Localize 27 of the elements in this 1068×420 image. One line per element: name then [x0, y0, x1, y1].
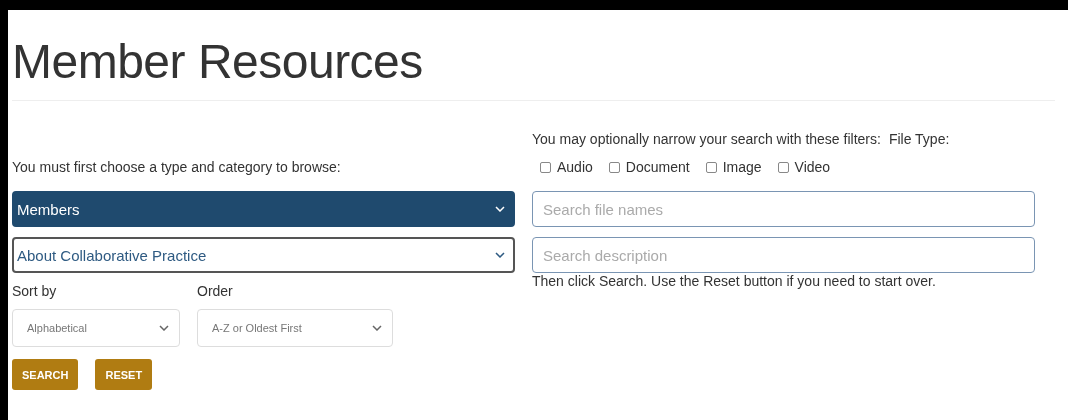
caret-icon — [495, 252, 505, 258]
caret-icon — [372, 325, 382, 331]
checkbox-label: Image — [722, 159, 762, 175]
dropdown[interactable]: Alphabetical — [12, 309, 180, 347]
checkbox[interactable] — [540, 161, 551, 173]
caret-icon — [495, 206, 505, 212]
action-button[interactable]: RESET — [95, 359, 153, 390]
checkbox[interactable] — [777, 161, 789, 173]
action-button[interactable]: SEARCH — [12, 359, 79, 390]
instruction-text: Then click Search. Use the Reset button if you need to start over. — [532, 273, 937, 291]
dropdown[interactable]: Members — [12, 191, 515, 227]
checkbox-label: Document — [625, 159, 690, 175]
field-label: Order — [197, 283, 234, 299]
dropdown[interactable]: About Collaborative Practice — [12, 237, 515, 273]
field-label: File Type: — [888, 131, 950, 147]
field-label: Sort by — [12, 283, 58, 299]
checkbox[interactable] — [705, 161, 717, 173]
checkbox-label: Audio — [557, 159, 593, 175]
instruction-text: You may optionally narrow your search with these filters: — [532, 131, 881, 147]
checkbox[interactable] — [608, 161, 620, 173]
caret-icon — [159, 325, 169, 331]
instruction-text: You must first choose a type and category to browse: — [12, 159, 342, 175]
search-field[interactable]: Search description — [532, 237, 1035, 273]
search-field[interactable]: Search file names — [532, 191, 1035, 227]
page-title: Member Resources — [12, 34, 424, 88]
dropdown[interactable]: A-Z or Oldest First — [197, 309, 393, 347]
checkbox-label: Video — [794, 159, 831, 175]
